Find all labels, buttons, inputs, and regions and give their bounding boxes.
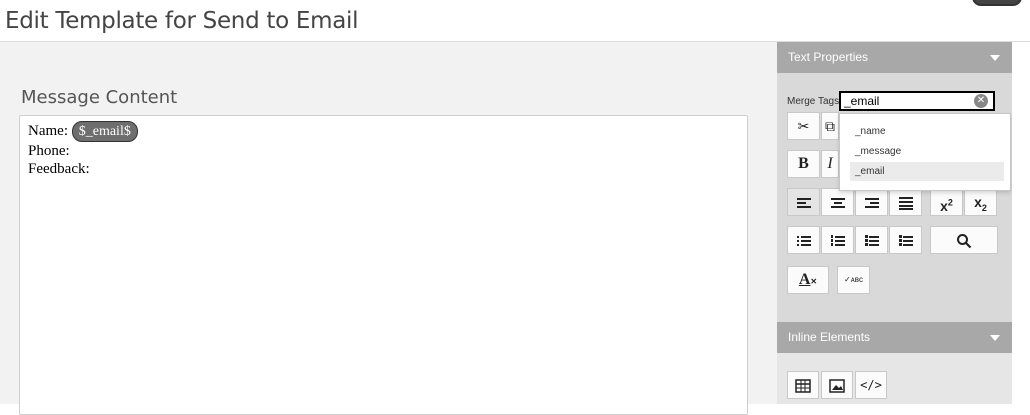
align-right-icon xyxy=(864,198,879,209)
find-button[interactable] xyxy=(930,226,998,254)
name-label: Name: xyxy=(28,122,68,139)
chevron-down-icon[interactable] xyxy=(990,335,1000,341)
copy-icon: ⧉ xyxy=(825,118,835,134)
superscript-button[interactable]: x2 xyxy=(930,188,963,216)
editor-line-name: Name: $_email$ xyxy=(28,121,739,142)
roman-list-icon xyxy=(898,235,913,247)
merge-tags-dropdown: _name _message _email xyxy=(839,113,1011,191)
alpha-list-button[interactable] xyxy=(855,226,888,254)
align-left-button[interactable] xyxy=(787,188,820,216)
insert-code-button[interactable]: </> xyxy=(855,371,887,399)
dropdown-option-message[interactable]: _message xyxy=(850,142,1004,161)
dropdown-option-name[interactable]: _name xyxy=(850,122,1004,141)
numbered-list-button[interactable] xyxy=(821,226,854,254)
merge-tags-label: Merge Tags xyxy=(787,96,840,107)
chevron-down-icon[interactable] xyxy=(990,55,1000,61)
section-label: Message Content xyxy=(21,87,178,108)
page-title: Edit Template for Send to Email xyxy=(5,8,359,34)
insert-table-button[interactable] xyxy=(787,371,819,399)
insert-image-button[interactable] xyxy=(821,371,853,399)
align-left-icon xyxy=(796,198,811,209)
inline-elements-header[interactable]: Inline Elements xyxy=(777,322,1012,353)
properties-sidebar: Text Properties Merge Tags ✕ ✂ ⧉ B I x2 … xyxy=(777,42,1012,404)
superscript-icon: x2 xyxy=(940,197,953,214)
clear-icon[interactable]: ✕ xyxy=(974,94,988,108)
image-icon xyxy=(829,379,845,394)
text-properties-header[interactable]: Text Properties xyxy=(777,42,1012,73)
alpha-list-icon xyxy=(864,235,879,247)
bullet-list-button[interactable] xyxy=(787,226,820,254)
justify-button[interactable] xyxy=(889,188,922,216)
feedback-label: Feedback: xyxy=(28,161,90,177)
subscript-button[interactable]: x2 xyxy=(964,188,997,216)
search-icon xyxy=(957,234,972,249)
bold-button[interactable]: B xyxy=(787,150,820,178)
main-content: Message Content Name: $_email$ Phone: Fe… xyxy=(0,42,777,415)
dropdown-option-email[interactable]: _email xyxy=(850,162,1004,181)
numbered-list-icon xyxy=(830,235,845,247)
merge-tags-input[interactable] xyxy=(839,91,995,111)
align-center-icon xyxy=(830,198,845,209)
message-editor[interactable]: Name: $_email$ Phone: Feedback: xyxy=(19,115,748,415)
inline-elements-title: Inline Elements xyxy=(788,330,871,344)
clear-format-icon: A✕ xyxy=(798,271,818,288)
merge-tag-chip[interactable]: $_email$ xyxy=(71,121,138,142)
align-justify-icon xyxy=(898,197,913,211)
corner-button[interactable] xyxy=(972,0,1022,6)
text-properties-title: Text Properties xyxy=(788,50,869,64)
scissors-icon: ✂ xyxy=(797,118,810,134)
bullet-list-icon xyxy=(796,236,811,247)
subscript-icon: x2 xyxy=(974,194,987,213)
copy-button[interactable]: ⧉ xyxy=(821,112,839,140)
spellcheck-button[interactable]: ✓ᴀʙᴄ xyxy=(837,266,870,294)
phone-label: Phone: xyxy=(28,143,70,159)
align-center-button[interactable] xyxy=(821,188,854,216)
italic-button[interactable]: I xyxy=(821,150,839,178)
roman-list-button[interactable] xyxy=(889,226,922,254)
cut-button[interactable]: ✂ xyxy=(787,112,820,140)
table-icon xyxy=(795,379,811,394)
inline-elements-body: </> xyxy=(777,353,1012,404)
align-right-button[interactable] xyxy=(855,188,888,216)
scrollbar-gutter xyxy=(1012,42,1030,404)
code-icon: </> xyxy=(860,378,882,392)
clear-formatting-button[interactable]: A✕ xyxy=(787,266,829,294)
page-header: Edit Template for Send to Email xyxy=(0,0,1030,42)
spellcheck-icon: ✓ᴀʙᴄ xyxy=(844,275,863,284)
